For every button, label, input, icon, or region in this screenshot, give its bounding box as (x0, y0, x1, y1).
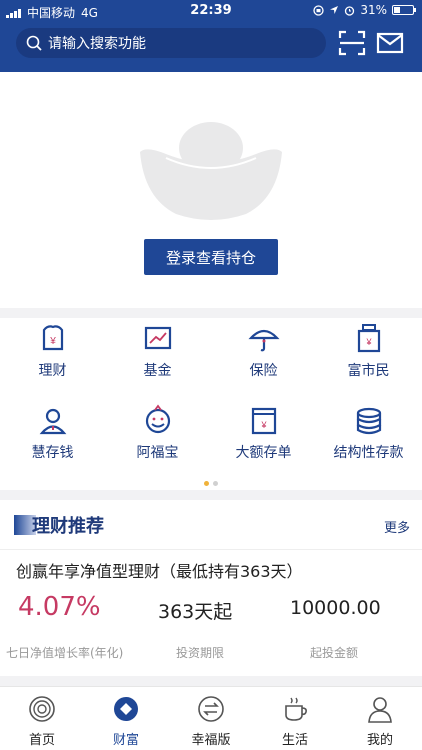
battery-fill (394, 7, 400, 13)
profile-icon (368, 697, 392, 723)
coffee-icon (285, 697, 307, 721)
tab-home[interactable]: 首页 (0, 695, 84, 748)
smile-icon (145, 404, 170, 434)
exchange-icon (198, 696, 224, 722)
product-name[interactable]: 创赢年享净值型理财（最低持有363天） (16, 558, 303, 582)
rate-value: 4.07% (18, 592, 101, 622)
person-icon (39, 408, 66, 435)
period-value: 363天起 (158, 601, 233, 623)
wealth-diamond-icon (114, 697, 138, 721)
login-button[interactable]: 登录查看持仓 (144, 239, 278, 275)
alarm-icon (345, 5, 355, 16)
ingot-icon (140, 122, 282, 220)
grid-item-fund[interactable]: 基金 (105, 322, 210, 380)
battery-percent: 31% (360, 3, 387, 17)
recommend-header: 理财推荐 更多 (0, 500, 422, 550)
grid-item-structured-deposit[interactable]: 结构性存款 (316, 404, 421, 462)
amount-value: 10000.00 (290, 597, 381, 619)
status-right: 31% (313, 3, 416, 17)
grid-item-label: 保险 (249, 363, 278, 379)
citizen-icon: ¥ (357, 324, 380, 353)
orientation-lock-icon (313, 4, 324, 16)
grid-item-label: 富市民 (347, 363, 390, 379)
tab-label: 生活 (281, 733, 308, 748)
grid-item-label: 大额存单 (235, 445, 292, 461)
status-bar: 中国移动 4G 22:39 31% (0, 0, 422, 22)
function-grid: ¥ 理财 基金 保险 ¥ 富市民 慧存钱 阿福宝 ¥ 大额存单 结构性存款 (0, 318, 422, 490)
search-placeholder: 请输入搜索功能 (48, 36, 146, 52)
wealth-icon: ¥ (42, 325, 63, 351)
grid-item-label: 结构性存款 (333, 445, 404, 461)
mail-icon[interactable] (376, 32, 404, 54)
grid-item-afubao[interactable]: 阿福宝 (105, 404, 210, 462)
grid-item-label: 理财 (38, 363, 67, 379)
grid-item-label: 慧存钱 (31, 445, 74, 461)
page-indicator (0, 481, 422, 486)
grid-item-insurance[interactable]: 保险 (211, 322, 316, 380)
grid-item-wealth[interactable]: ¥ 理财 (0, 322, 105, 380)
grid-item-large-deposit[interactable]: ¥ 大额存单 (211, 404, 316, 462)
search-icon (26, 35, 42, 51)
tab-label: 财富 (112, 733, 139, 748)
rate-label: 七日净值增长率(年化) (6, 646, 124, 660)
tab-label: 我的 (366, 733, 393, 748)
coin-stack-icon (356, 407, 381, 435)
grid-item-smart-save[interactable]: 慧存钱 (0, 404, 105, 462)
svg-text:¥: ¥ (260, 420, 267, 430)
period-label: 投资期限 (176, 646, 225, 660)
fund-chart-icon (144, 326, 171, 350)
umbrella-icon (247, 329, 280, 352)
grid-item-citizen[interactable]: ¥ 富市民 (316, 322, 421, 380)
tab-happiness[interactable]: 幸福版 (169, 695, 253, 748)
tab-label: 幸福版 (191, 733, 231, 748)
top-header: 请输入搜索功能 (0, 22, 422, 72)
battery-icon (392, 5, 416, 15)
home-icon (29, 696, 55, 722)
tab-wealth[interactable]: 财富 (84, 695, 168, 748)
location-icon (330, 6, 339, 14)
more-link[interactable]: 更多 (384, 517, 410, 536)
page-dot (213, 481, 218, 486)
bottom-tab-bar: 首页 财富 幸福版 生活 我的 (0, 686, 422, 750)
grid-item-label: 基金 (143, 363, 172, 379)
certificate-icon: ¥ (251, 407, 276, 435)
page-dot (204, 481, 209, 486)
grid-item-label: 阿福宝 (136, 445, 179, 461)
svg-text:¥: ¥ (365, 337, 372, 347)
recommend-section: 理财推荐 更多 创赢年享净值型理财（最低持有363天） 4.07% 363天起 … (0, 500, 422, 676)
search-input[interactable]: 请输入搜索功能 (16, 28, 326, 58)
tab-life[interactable]: 生活 (253, 695, 337, 748)
tab-profile[interactable]: 我的 (338, 695, 422, 748)
recommend-title: 理财推荐 (32, 516, 104, 537)
tab-label: 首页 (28, 733, 55, 748)
amount-label: 起投金额 (310, 646, 359, 660)
svg-text:¥: ¥ (49, 336, 56, 347)
scan-icon[interactable] (338, 30, 366, 56)
holdings-panel: 登录查看持仓 (0, 72, 422, 308)
